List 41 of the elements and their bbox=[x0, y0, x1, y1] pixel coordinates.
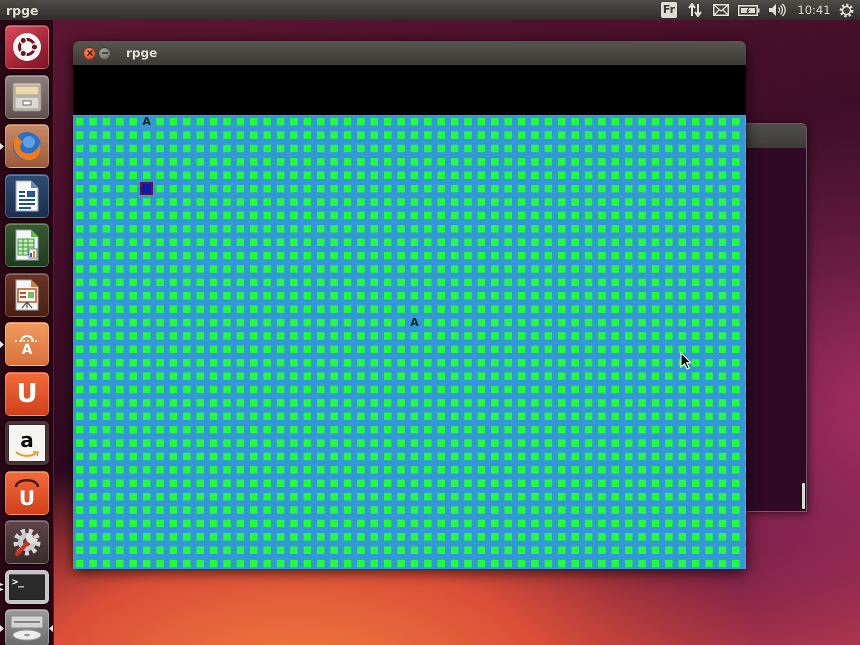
document-icon bbox=[14, 180, 40, 212]
ring-logo-icon bbox=[12, 32, 42, 62]
speaker-icon[interactable] bbox=[768, 3, 786, 17]
minimize-button[interactable] bbox=[98, 46, 111, 60]
presentation-icon bbox=[14, 278, 40, 310]
map-letter: A bbox=[140, 115, 154, 128]
selected-tile bbox=[140, 182, 154, 196]
window-title-bar[interactable]: rpge bbox=[73, 41, 746, 65]
envelope-icon[interactable] bbox=[713, 4, 729, 16]
launcher-button[interactable] bbox=[5, 74, 49, 118]
background-window[interactable] bbox=[746, 123, 807, 512]
launcher-button[interactable]: U bbox=[5, 470, 49, 514]
keyboard-layout-button[interactable]: Fr bbox=[660, 2, 678, 18]
spreadsheet-icon bbox=[14, 229, 40, 261]
settings-icon[interactable] bbox=[838, 2, 854, 18]
disc-drive-icon bbox=[10, 615, 44, 641]
scroll-thumb[interactable] bbox=[802, 483, 805, 509]
launcher-button[interactable] bbox=[5, 25, 49, 69]
launcher-button[interactable] bbox=[5, 174, 49, 218]
smile-arrow-icon bbox=[15, 450, 39, 456]
launcher-button[interactable] bbox=[5, 272, 49, 316]
minimize-icon bbox=[102, 52, 108, 54]
fox-globe-icon bbox=[11, 130, 43, 162]
launcher-button[interactable]: a bbox=[5, 421, 49, 465]
clock-text[interactable]: 10:41 bbox=[797, 3, 831, 17]
window-title: rpge bbox=[126, 46, 158, 60]
launcher-button[interactable]: >_ bbox=[5, 570, 49, 604]
app-name: rpge bbox=[6, 2, 39, 18]
mouse-pointer-icon bbox=[680, 352, 692, 370]
tile-map-drawing[interactable]: A A bbox=[73, 115, 746, 569]
launcher-button[interactable]: U bbox=[5, 372, 49, 416]
file-cabinet-icon bbox=[11, 82, 43, 112]
launcher-button[interactable] bbox=[5, 223, 49, 267]
up-down-arrows-icon[interactable] bbox=[688, 3, 702, 17]
headphones-icon bbox=[12, 478, 42, 486]
battery-icon[interactable] bbox=[738, 4, 760, 16]
close-icon bbox=[86, 50, 92, 56]
launcher-button[interactable] bbox=[5, 520, 49, 564]
map-letter: A bbox=[408, 316, 422, 330]
close-button[interactable] bbox=[83, 46, 96, 60]
gear-wrench-icon bbox=[11, 526, 43, 558]
